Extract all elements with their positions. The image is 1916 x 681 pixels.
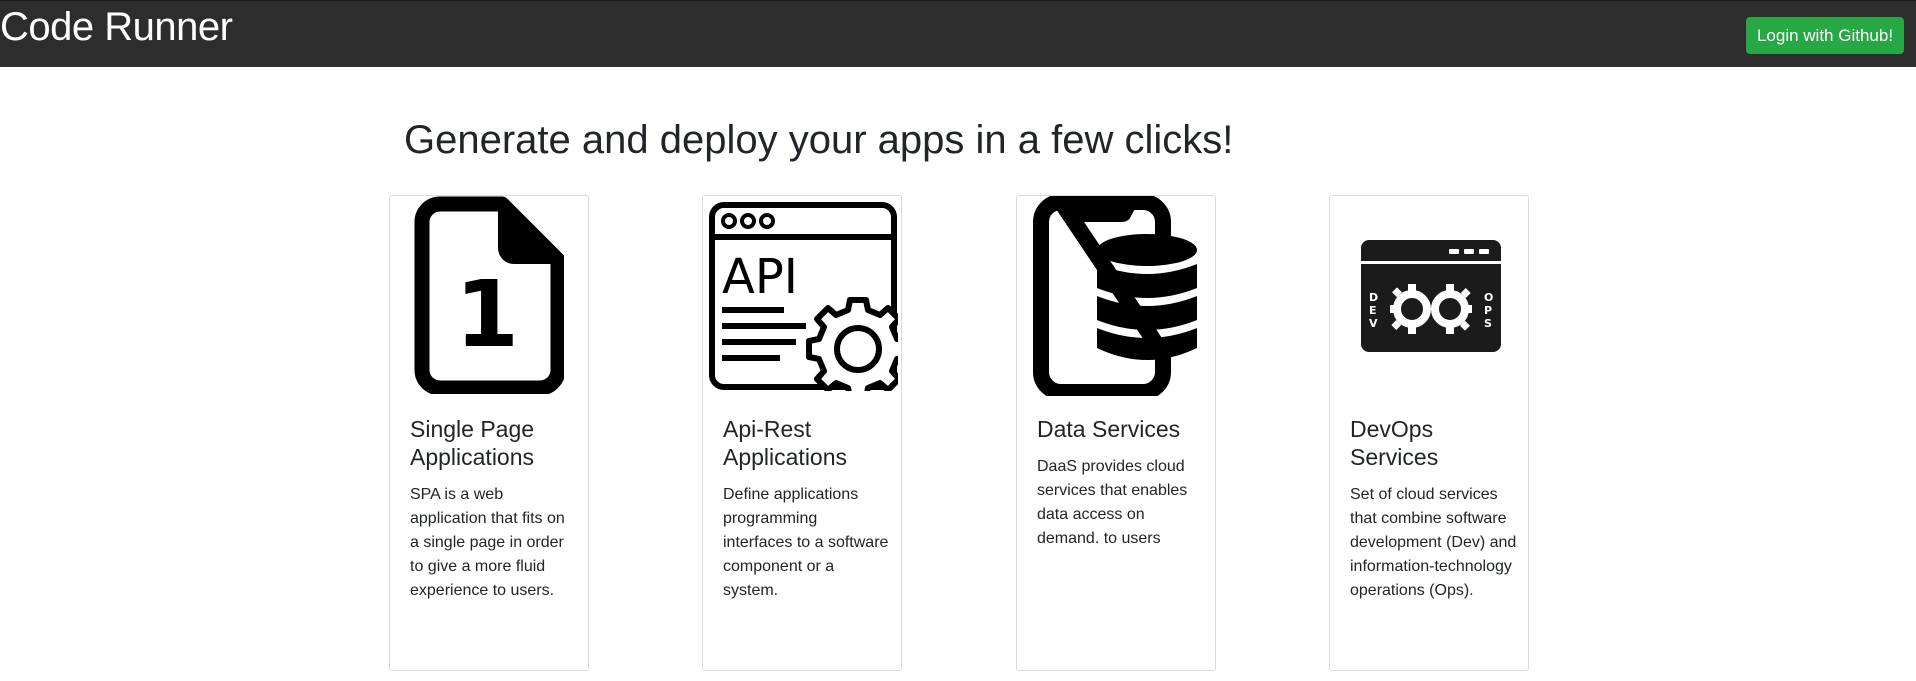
card-text: DaaS provides cloud services that enable… [1037,458,1188,547]
devops-infinity-icon: DEV OPS [1361,240,1501,352]
card-image: API [703,196,901,396]
brand-title[interactable]: Code Runner [0,3,233,51]
navbar: Code Runner Login with Github! [0,0,1916,67]
card-text: SPA is a web application that fits on a … [410,486,565,599]
page-headline: Generate and deploy your apps in a few c… [404,118,1234,162]
card-title: Data Services [1037,416,1181,442]
api-gear-icon: API [709,202,898,391]
card-title: DevOps Services [1350,416,1439,470]
card-text: Set of cloud services that combine softw… [1350,486,1517,599]
card-image [1017,196,1215,396]
card-api-rest-applications[interactable]: API Api-Rest Applications Define applica… [702,195,902,671]
card-image: DEV OPS [1330,196,1528,396]
card-devops-services[interactable]: DEV OPS DevOps Services Set of cloud ser… [1329,195,1529,671]
single-page-file-icon: 1 [414,196,564,394]
api-label: API [722,249,798,305]
card-image: 1 [390,196,588,396]
card-text: Define applications programming interfac… [723,486,889,599]
login-github-button[interactable]: Login with Github! [1746,17,1904,54]
phone-database-icon [1033,196,1197,396]
file-number: 1 [455,261,519,368]
card-single-page-applications[interactable]: 1 Single Page Applications SPA is a web … [389,195,589,671]
card-data-services[interactable]: Data Services DaaS provides cloud servic… [1016,195,1216,671]
card-title: Single Page Applications [410,416,535,470]
card-title: Api-Rest Applications [723,416,848,470]
